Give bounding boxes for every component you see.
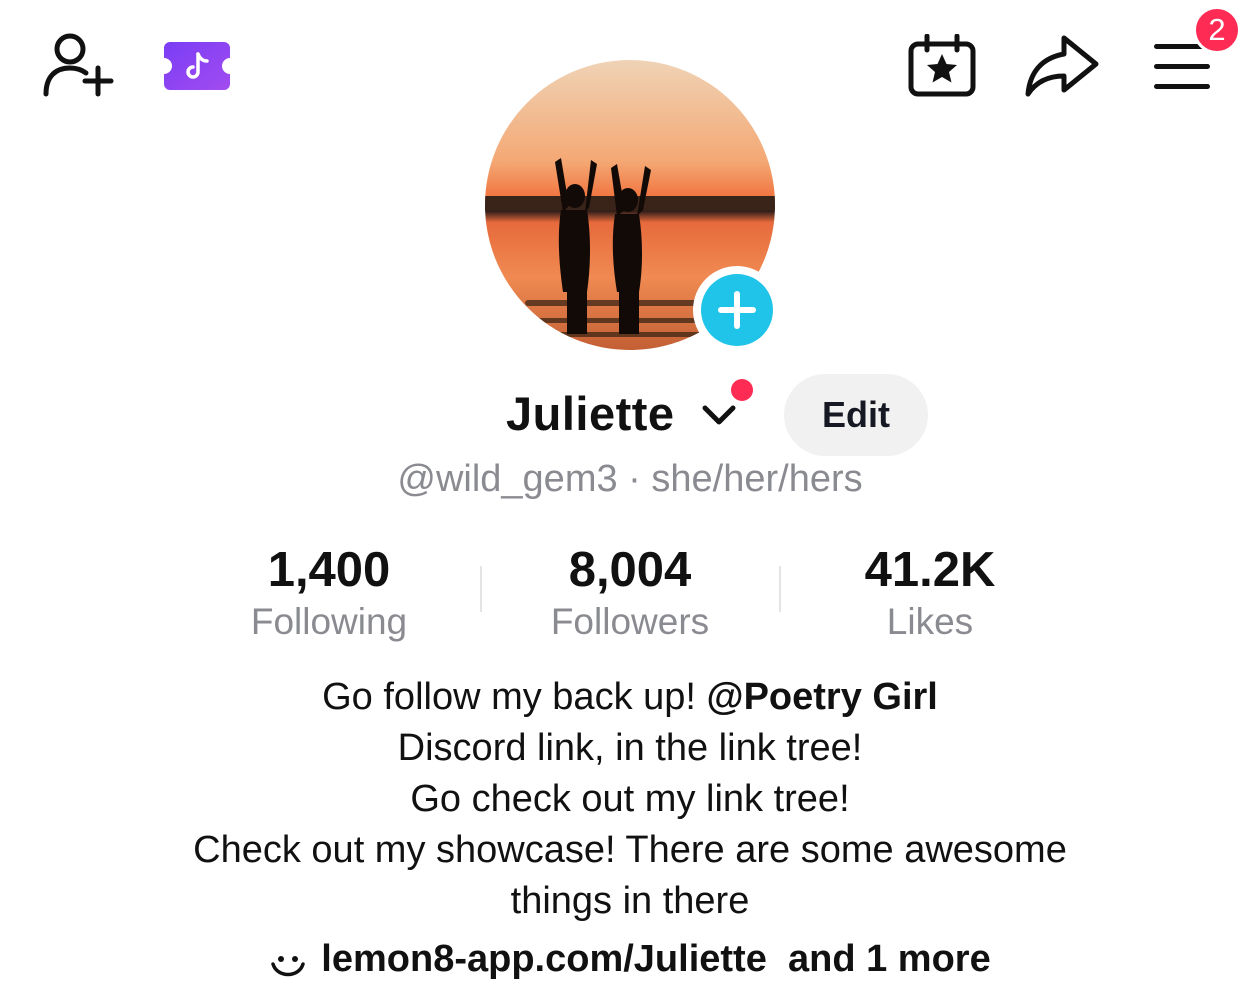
handle-separator: · [628,458,641,500]
profile-name[interactable]: Juliette [506,384,675,444]
bio-line: Go check out my link tree! [410,778,850,820]
unread-dot [731,379,753,401]
bio-mention-link[interactable]: @Poetry Girl [707,676,938,718]
following-label: Following [250,601,408,642]
bio: Go follow my back up! @Poetry Girl Disco… [0,672,1260,927]
link-icon [269,943,307,977]
following-count: 1,400 [267,543,391,597]
followers-count: 8,004 [568,543,692,597]
tiktok-ticket-icon[interactable] [162,40,232,92]
likes-count: 41.2K [864,543,996,597]
following-stat[interactable]: 1,400 Following [179,540,479,644]
person-plus-icon[interactable] [40,32,116,100]
plus-icon [701,274,773,346]
bio-line: Discord link, in the link tree! [397,727,863,769]
bio-line: things in there [510,880,750,922]
likes-label: Likes [886,601,974,642]
likes-stat[interactable]: 41.2K Likes [780,540,1080,644]
chevron-down-icon[interactable] [700,402,738,430]
profile-page: 2 Juliette Edit @wild_gem3 · she/her/her… [0,0,1260,996]
pronouns: she/her/hers [651,458,863,500]
share-arrow-icon[interactable] [1024,34,1100,98]
username-handle[interactable]: @wild_gem3 [397,458,617,500]
add-avatar-button[interactable] [693,266,781,354]
bio-line: Check out my showcase! There are some aw… [193,829,1067,871]
handle-row: @wild_gem3 · she/her/hers [0,456,1260,502]
edit-profile-button[interactable]: Edit [784,374,928,456]
followers-stat[interactable]: 8,004 Followers [480,540,780,644]
profile-link-row[interactable]: lemon8-app.com/Juliette and 1 more [0,934,1260,984]
bio-line-text: Go follow my back up! [322,676,707,718]
followers-label: Followers [550,601,710,642]
more-links[interactable]: and 1 more [788,938,991,980]
profile-link-url[interactable]: lemon8-app.com/Juliette [321,938,767,980]
calendar-star-icon[interactable] [906,33,978,98]
bio-line: Go follow my back up! @Poetry Girl [0,672,1260,723]
notification-badge: 2 [1193,6,1241,54]
